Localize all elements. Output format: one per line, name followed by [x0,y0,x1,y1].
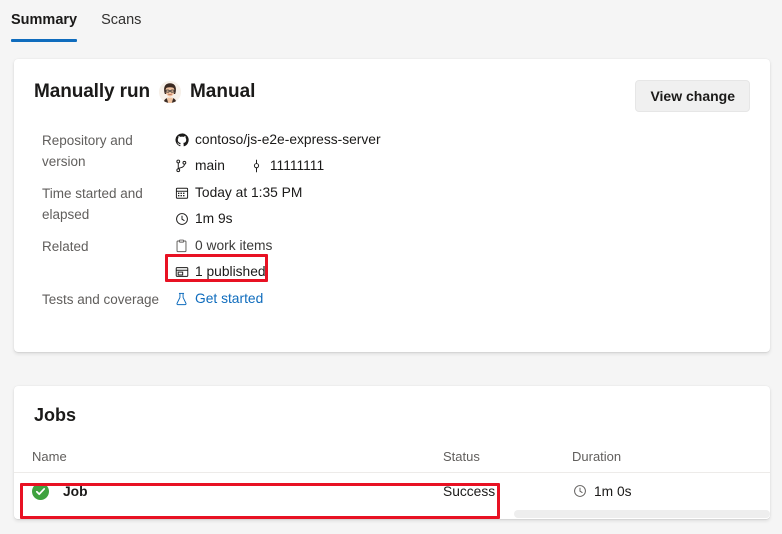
branch-and-commit-line: main 11111111 [174,155,682,176]
run-actor-name: Manual [189,81,256,102]
run-header: Manually run Manual [34,79,255,105]
work-items-icon [174,238,189,253]
detail-row-tests: Tests and coverage Get started [42,288,682,310]
github-icon [174,132,189,147]
repository-line[interactable]: contoso/js-e2e-express-server [174,129,682,150]
published-artifacts-line[interactable]: 1 published [174,261,682,282]
jobs-table: Name Status Duration Job Success 1m 0s [14,440,770,509]
run-title: Manually run [34,81,150,102]
job-name: Job [63,483,88,499]
work-items-line[interactable]: 0 work items [174,235,682,256]
jobs-title: Jobs [34,405,77,425]
success-check-icon [32,482,49,500]
job-duration: 1m 0s [594,483,632,499]
column-header-status: Status [443,448,480,464]
detail-label-repository: Repository and version [42,133,133,169]
scrollbar-thumb[interactable] [514,510,770,518]
detail-row-time: Time started and elapsed Today at 1:35 P… [42,182,682,229]
tab-summary[interactable]: Summary [11,10,85,42]
run-summary-card: Manually run Manual View change Reposito… [14,59,770,352]
repository-name: contoso/js-e2e-express-server [195,132,381,147]
tab-strip: Summary Scans [0,0,782,44]
jobs-table-header: Name Status Duration [14,440,770,473]
tab-scans-label: Scans [101,12,142,28]
start-time-line: Today at 1:35 PM [174,182,682,203]
commit-id[interactable]: 11111111 [270,155,324,176]
branch-icon [174,158,189,173]
work-items-count: 0 work items [195,238,273,253]
column-header-name: Name [32,448,67,464]
detail-row-repository: Repository and version contoso/js-e2e-ex… [42,129,682,176]
start-time: Today at 1:35 PM [195,185,303,200]
detail-value-repository: contoso/js-e2e-express-server main 11111… [174,129,682,176]
jobs-horizontal-scrollbar[interactable] [14,508,770,519]
view-change-button[interactable]: View change [635,80,750,112]
tests-get-started-link[interactable]: Get started [195,288,263,309]
column-header-duration: Duration [572,448,622,464]
detail-label-tests: Tests and coverage [42,292,160,307]
job-duration-cell: 1m 0s [572,484,752,499]
detail-value-time: Today at 1:35 PM 1m 9s [174,182,682,229]
jobs-card: Jobs Name Status Duration Job Success 1m… [14,386,770,519]
clock-icon [174,211,189,226]
tests-get-started-line[interactable]: Get started [174,288,682,309]
avatar [158,81,181,103]
tab-summary-label: Summary [11,12,78,28]
run-details-list: Repository and version contoso/js-e2e-ex… [42,129,682,316]
calendar-icon [174,185,189,200]
commit-icon [249,158,264,173]
published-artifacts-count: 1 published [195,264,266,279]
elapsed-time: 1m 9s [195,211,233,226]
beaker-icon [174,291,189,306]
detail-label-time: Time started and elapsed [42,186,143,222]
detail-value-related: 0 work items 1 published [174,235,682,282]
clock-icon [572,484,587,499]
detail-label-related: Related [42,239,89,254]
artifact-published-icon [174,264,189,279]
job-status: Success [443,483,496,499]
job-name-cell: Job [32,482,443,500]
elapsed-line: 1m 9s [174,208,682,229]
branch-name[interactable]: main [195,155,225,176]
detail-row-related: Related 0 work items 1 published [42,235,682,282]
table-row[interactable]: Job Success 1m 0s [14,473,770,509]
detail-value-tests: Get started [174,288,682,309]
tab-scans[interactable]: Scans [101,10,149,42]
